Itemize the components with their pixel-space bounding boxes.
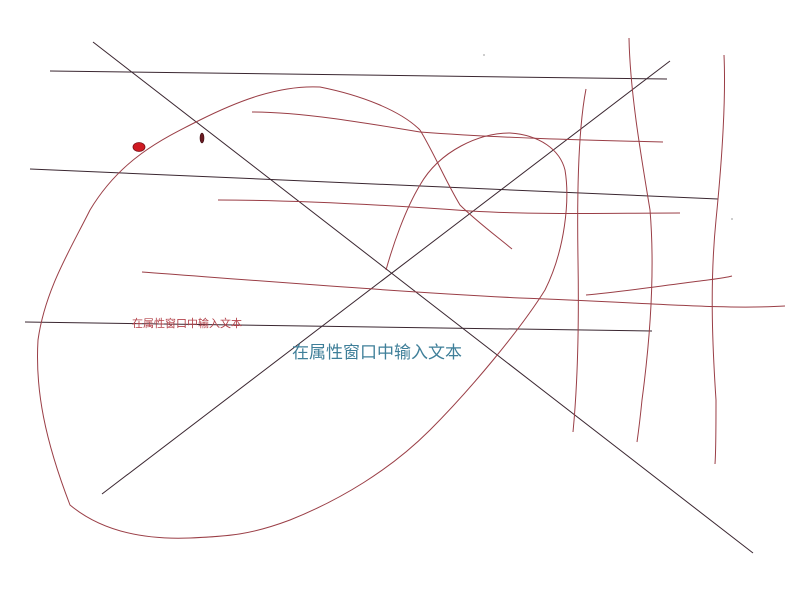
freehand-stroke-3[interactable] [141, 271, 786, 308]
straight-line-middle[interactable] [29, 168, 719, 200]
freehand-vertical-1[interactable] [572, 88, 587, 433]
freehand-vertical-2[interactable] [628, 37, 653, 443]
freehand-stroke-2[interactable] [217, 199, 681, 214]
speck-dot [483, 54, 485, 56]
freehand-stroke-4[interactable] [585, 275, 733, 296]
drawing-canvas[interactable]: 在属性窗口中输入文本 在属性窗口中输入文本 [0, 0, 800, 600]
straight-line-top[interactable] [49, 70, 668, 80]
freehand-loop[interactable] [37, 86, 568, 539]
diagonal-line-descending[interactable] [92, 41, 754, 554]
text-object-small[interactable]: 在属性窗口中输入文本 [132, 318, 242, 329]
freehand-stroke-1[interactable] [251, 111, 664, 143]
red-dot-marker[interactable] [132, 142, 146, 152]
small-ellipse-marker[interactable] [199, 132, 205, 144]
freehand-vertical-3[interactable] [711, 54, 726, 465]
speck-dot [731, 218, 733, 220]
text-object-large[interactable]: 在属性窗口中输入文本 [292, 345, 462, 362]
drawing-layer [24, 37, 786, 554]
straight-line-lower[interactable] [24, 321, 653, 332]
